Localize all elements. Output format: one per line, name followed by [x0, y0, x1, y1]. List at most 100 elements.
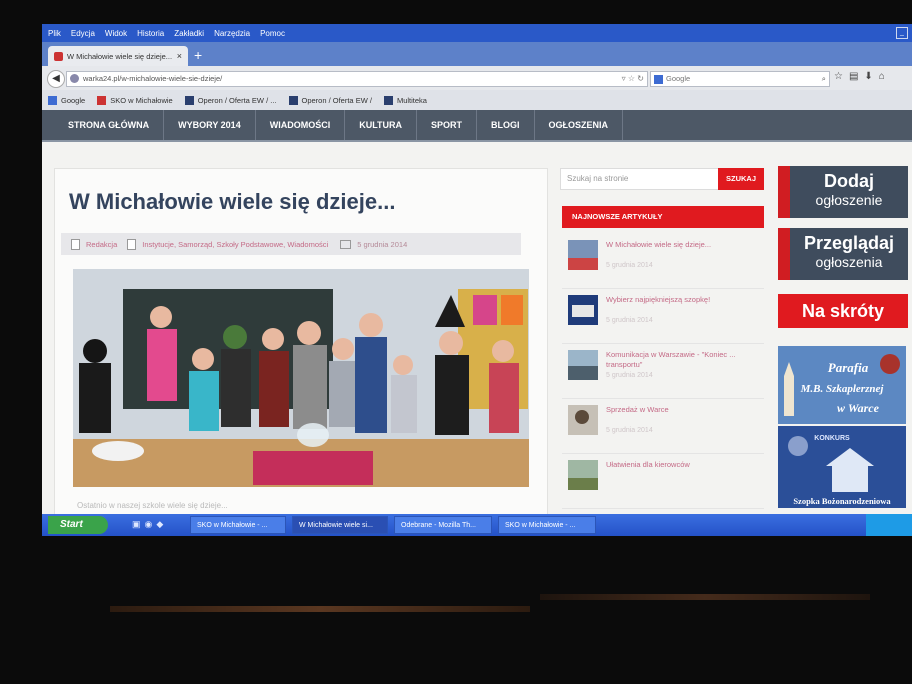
calendar-icon [340, 239, 352, 249]
new-tab-button[interactable]: + [194, 47, 202, 63]
latest-article-item[interactable]: Komunikacja w Warszawie - "Koniec ... tr… [562, 344, 764, 399]
bookmarks-bar: Google SKO w Michałowie Operon / Oferta … [42, 90, 912, 110]
taskbar-item[interactable]: Odebrane - Mozilla Th... [394, 516, 492, 534]
tab-bar: W Michałowie wiele się dzieje... × + [42, 42, 912, 66]
latest-article-item[interactable]: Ułatwienia dla kierowców [562, 454, 764, 509]
site-search-input[interactable]: Szukaj na stronie [560, 168, 724, 190]
article-author[interactable]: Redakcja [86, 240, 117, 249]
add-ad-banner[interactable]: Dodaj ogłoszenie [778, 166, 908, 218]
article-excerpt: Ostatnio w naszej szkole wiele się dziej… [77, 501, 228, 510]
latest-article-date: 5 grudnia 2014 [606, 372, 653, 379]
article-photo [73, 269, 529, 487]
site-identity-icon[interactable] [70, 74, 79, 83]
navigation-toolbar: ◀ warka24.pl/w-michalowie-wiele-sie-dzie… [42, 66, 912, 90]
menu-edit[interactable]: Edycja [71, 29, 95, 38]
bookmark-item[interactable]: Operon / Oferta EW / [288, 95, 372, 105]
system-tray[interactable] [866, 514, 912, 536]
url-text: warka24.pl/w-michalowie-wiele-sie-dzieje… [83, 74, 223, 83]
article-meta: Redakcja Instytucje, Samorząd, Szkoły Po… [61, 233, 521, 255]
add-ad-line1: Dodaj [823, 171, 874, 191]
article-title: W Michałowie wiele się dzieje... [69, 189, 396, 214]
children-photo-illustration [73, 269, 529, 487]
latest-article-title[interactable]: Sprzedaż w Warce [606, 405, 756, 415]
tab-title: W Michałowie wiele się dzieje... [67, 51, 173, 61]
article-thumbnail [568, 295, 598, 325]
latest-article-title[interactable]: Ułatwienia dla kierowców [606, 460, 756, 470]
monitor-reflection [110, 606, 530, 612]
category-icon [127, 238, 137, 250]
article-thumbnail [568, 240, 598, 270]
browse-ads-line1: Przeglądaj [803, 233, 895, 253]
menu-help[interactable]: Pomoc [260, 29, 285, 38]
latest-article-item[interactable]: W Michałowie wiele się dzieje... 5 grudn… [562, 234, 764, 289]
toolbar-icons[interactable]: ☆▤⬇⌂ [834, 71, 891, 82]
menu-file[interactable]: Plik [48, 29, 61, 38]
nav-ads[interactable]: OGŁOSZENIA [535, 110, 624, 142]
search-icon[interactable]: ⌕ [822, 72, 826, 86]
site-navigation: STRONA GŁÓWNA WYBORY 2014 WIADOMOŚCI KUL… [42, 110, 912, 142]
taskbar-item[interactable]: SKO w Michałowie - ... [498, 516, 596, 534]
site-search-placeholder: Szukaj na stronie [567, 174, 629, 183]
latest-article-title[interactable]: Wybierz najpiękniejszą szopkę! [606, 295, 756, 305]
close-tab-icon[interactable]: × [177, 51, 182, 61]
nav-divider [42, 140, 912, 142]
nav-spacer [623, 110, 912, 142]
latest-article-title[interactable]: W Michałowie wiele się dzieje... [606, 240, 756, 250]
taskbar-item[interactable]: SKO w Michałowie - ... [190, 516, 286, 534]
nativity-banner-art: KONKURS Szopka Bożonarodzeniowa [778, 426, 906, 508]
latest-articles-list: W Michałowie wiele się dzieje... 5 grudn… [562, 234, 764, 509]
taskbar-item-active[interactable]: W Michałowie wiele si... [292, 516, 388, 534]
menu-view[interactable]: Widok [105, 29, 127, 38]
monitor-reflection [540, 594, 870, 600]
search-engine-box[interactable]: Google ⌕ [650, 71, 830, 87]
bookmark-item[interactable]: Google [48, 95, 85, 105]
bookmark-icon [383, 95, 393, 105]
article-card: W Michałowie wiele się dzieje... Redakcj… [54, 168, 548, 530]
search-engine-label: Google [666, 74, 691, 83]
latest-article-date: 5 grudnia 2014 [606, 262, 653, 269]
address-bar[interactable]: warka24.pl/w-michalowie-wiele-sie-dzieje… [66, 71, 648, 87]
menu-history[interactable]: Historia [137, 29, 164, 38]
article-thumbnail [568, 350, 598, 380]
back-button[interactable]: ◀ [47, 70, 65, 88]
browse-ads-banner[interactable]: Przeglądaj ogłoszenia [778, 228, 908, 280]
windows-taskbar: Start ▣◉◆ SKO w Michałowie - ... W Micha… [42, 514, 912, 536]
bookmark-item[interactable]: Multiteka [383, 95, 427, 105]
article-date: 5 grudnia 2014 [357, 239, 408, 249]
shortcuts-button[interactable]: Na skróty [778, 294, 908, 328]
browse-ads-line2: ogłoszenia [815, 254, 883, 270]
article-thumbnail [568, 405, 598, 435]
menu-tools[interactable]: Narzędzia [214, 29, 250, 38]
bookmark-item[interactable]: SKO w Michałowie [97, 95, 173, 105]
nav-home[interactable]: STRONA GŁÓWNA [54, 110, 165, 142]
nativity-label: Szopka Bożonarodzeniowa [793, 496, 891, 506]
menu-bookmarks[interactable]: Zakładki [174, 29, 204, 38]
nav-elections[interactable]: WYBORY 2014 [164, 110, 256, 142]
nav-culture[interactable]: KULTURA [345, 110, 418, 142]
latest-article-item[interactable]: Sprzedaż w Warce 5 grudnia 2014 [562, 399, 764, 454]
parish-line3: w Warce [837, 401, 880, 415]
author-icon [71, 238, 80, 250]
article-thumbnail [568, 460, 598, 490]
bookmark-icon [288, 95, 298, 105]
nav-blogs[interactable]: BLOGI [477, 110, 535, 142]
article-categories[interactable]: Instytucje, Samorząd, Szkoły Podstawowe,… [142, 240, 328, 249]
reload-icon[interactable]: ▿ ☆ ↻ [622, 72, 644, 86]
start-button[interactable]: Start [48, 516, 108, 534]
bookmark-item[interactable]: Operon / Oferta EW / ... [184, 95, 277, 105]
latest-article-title[interactable]: Komunikacja w Warszawie - "Koniec ... tr… [606, 350, 756, 370]
site-search-button[interactable]: SZUKAJ [718, 168, 764, 190]
nativity-contest-banner[interactable]: KONKURS Szopka Bożonarodzeniowa [778, 426, 906, 508]
nav-sport[interactable]: SPORT [417, 110, 478, 142]
add-ad-line2: ogłoszenie [815, 192, 883, 208]
tab-active[interactable]: W Michałowie wiele się dzieje... × [48, 46, 188, 66]
latest-article-date: 5 grudnia 2014 [606, 317, 653, 324]
nav-news[interactable]: WIADOMOŚCI [256, 110, 346, 142]
quick-launch-icons[interactable]: ▣◉◆ [132, 519, 167, 530]
minimize-button[interactable]: _ [896, 27, 908, 39]
latest-article-item[interactable]: Wybierz najpiękniejszą szopkę! 5 grudnia… [562, 289, 764, 344]
parish-banner[interactable]: Parafia M.B. Szkaplerznej w Warce [778, 346, 906, 424]
contest-label: KONKURS [814, 435, 850, 442]
parish-banner-art: Parafia M.B. Szkaplerznej w Warce [778, 346, 906, 424]
latest-articles-heading: NAJNOWSZE ARTYKUŁY [562, 206, 764, 228]
